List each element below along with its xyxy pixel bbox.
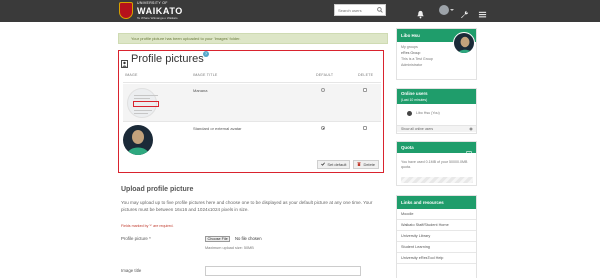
user-panel: Libo Hsu My groups eRes Group This is a … (396, 28, 477, 80)
links-title: Links and resources (397, 196, 476, 209)
help-icon[interactable]: ? (203, 51, 209, 57)
profile-pictures-section: Profile pictures ? IMAGE IMAGE TITLE DEF… (118, 50, 384, 173)
user-avatar[interactable] (453, 32, 475, 54)
success-alert: Your profile picture has been uploaded t… (118, 33, 388, 44)
group-link[interactable]: eRes Group (401, 51, 420, 56)
image-title-input[interactable] (205, 266, 361, 276)
portrait-icon (121, 55, 128, 68)
menu-icon[interactable] (478, 6, 487, 18)
screenshot-thumbnail (123, 86, 159, 119)
set-default-label: Set default (327, 162, 347, 167)
required-fields-note: Fields marked by '*' are required. (121, 224, 174, 228)
user-name[interactable]: Libo Hsu (401, 33, 420, 38)
show-all-online-users-link[interactable]: Show all online users (401, 127, 433, 131)
link-university-library[interactable]: University Library (397, 231, 476, 242)
link-student-learning[interactable]: Student Learning (397, 242, 476, 253)
quota-panel: Quota You have used 0.1MB of your 50000.… (396, 141, 477, 186)
trash-icon (357, 162, 362, 167)
logo-small-text: UNIVERSITY OF (137, 1, 168, 5)
column-header-delete: DELETE (358, 73, 374, 77)
links-panel: Links and resources Moodle Waikato Staff… (396, 195, 477, 278)
choose-file-button[interactable]: Choose File (205, 236, 231, 242)
max-upload-size-text: Maximum upload size: 50MB (205, 246, 254, 250)
no-file-chosen-text: No file chosen (235, 236, 262, 241)
quota-progress-bar (401, 177, 473, 183)
profile-picture-label: Profile picture * (121, 236, 151, 241)
table-row (123, 84, 381, 121)
default-avatar-image (123, 125, 153, 155)
chevron-down-icon[interactable] (450, 9, 454, 11)
default-radio[interactable] (321, 126, 325, 130)
delete-label: Delete (363, 162, 375, 167)
search-box (334, 4, 386, 16)
online-user-name[interactable]: Libo Hsu (You) (416, 111, 440, 116)
university-logo[interactable]: UNIVERSITY OF WAIKATO Te Whare Wānanga o… (119, 1, 183, 20)
check-icon (321, 162, 326, 167)
top-navigation-bar: UNIVERSITY OF WAIKATO Te Whare Wānanga o… (0, 0, 600, 22)
upload-section-title: Upload profile picture (121, 186, 194, 193)
gear-icon[interactable] (469, 126, 473, 134)
link-waikato-home[interactable]: Waikato Staff/Student Home (397, 220, 476, 231)
my-groups-label: My groups (401, 45, 418, 49)
column-header-image-title: IMAGE TITLE (193, 73, 218, 77)
link-moodle[interactable]: Moodle (397, 209, 476, 220)
page-title: Profile pictures (131, 53, 204, 65)
quota-text: You have used 0.1MB of your 50000.0MB qu… (401, 160, 468, 169)
user-menu-avatar[interactable] (439, 5, 449, 15)
default-radio[interactable] (321, 88, 325, 92)
logo-wordmark: WAIKATO (137, 5, 183, 16)
image-title-cell: Standard or external avatar (193, 126, 242, 131)
link-eres-help[interactable]: University eResTool Help (397, 253, 476, 264)
set-default-button[interactable]: Set default (317, 160, 351, 169)
group-description: This is a Test Group (401, 57, 433, 61)
image-title-cell: Manana (193, 88, 208, 93)
online-users-panel: Online users (Last 10 minutes) Libo Hsu … (396, 88, 477, 134)
delete-checkbox[interactable] (363, 88, 367, 92)
column-header-default: DEFAULT (316, 73, 334, 77)
delete-checkbox[interactable] (363, 126, 367, 130)
delete-button[interactable]: Delete (353, 160, 379, 169)
online-users-subtitle: (Last 10 minutes) (397, 98, 476, 104)
online-user-avatar[interactable] (407, 111, 412, 116)
wrench-icon[interactable] (460, 6, 469, 19)
image-title-label: Image title (121, 268, 142, 273)
user-role: Administrator (401, 63, 423, 67)
column-header-image: IMAGE (125, 73, 138, 77)
logo-tagline: Te Whare Wānanga o Waikato (137, 15, 178, 20)
online-users-title: Online users (397, 89, 476, 98)
search-input[interactable] (335, 5, 375, 15)
upload-description: You may upload up to five profile pictur… (121, 200, 373, 212)
quota-title: Quota (397, 142, 476, 153)
bell-icon[interactable] (416, 6, 425, 19)
search-icon[interactable] (375, 5, 385, 15)
crest-icon (119, 2, 133, 20)
